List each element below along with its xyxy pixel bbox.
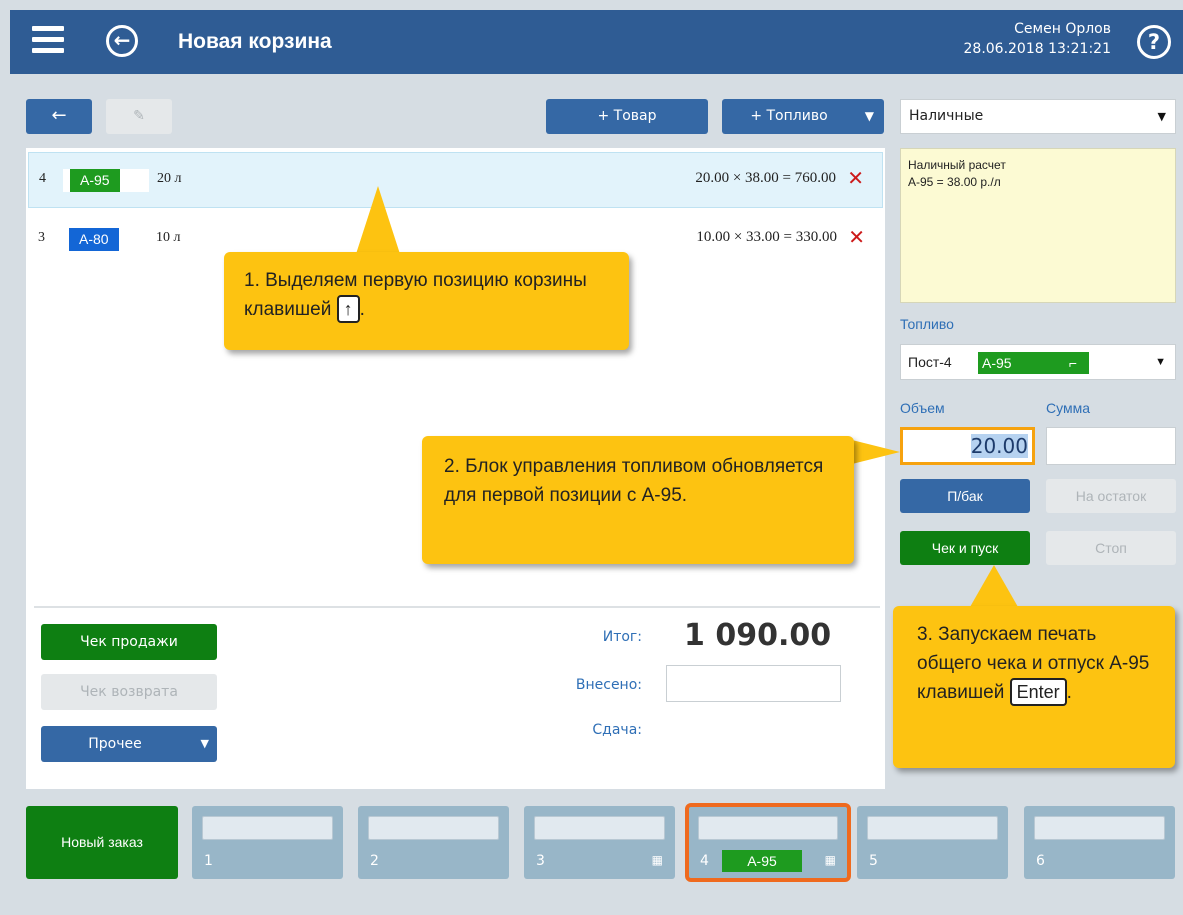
enter-key: Enter	[1009, 678, 1067, 706]
row-calc: 20.00 × 38.00 = 760.00	[695, 170, 836, 186]
paid-input[interactable]	[666, 665, 841, 702]
order-tab-6[interactable]: 6	[1024, 806, 1175, 879]
page-title: Новая корзина	[178, 30, 332, 53]
volume-label: Объем	[900, 400, 945, 416]
order-tab-1[interactable]: 1	[192, 806, 343, 879]
volume-input[interactable]: 20.00	[900, 427, 1035, 465]
pump-fuel-label: А-95	[982, 355, 1012, 371]
basket-icon: ▦	[824, 853, 836, 867]
full-tank-button[interactable]: П/бак	[900, 479, 1030, 513]
remove-icon[interactable]: ✕	[847, 166, 864, 190]
return-receipt-button[interactable]: Чек возврата	[41, 674, 217, 710]
total-label: Итог:	[602, 629, 642, 645]
order-tab-number: 1	[204, 853, 213, 869]
order-tab-number: 2	[370, 853, 379, 869]
sale-receipt-button[interactable]: Чек продажи	[41, 624, 217, 660]
total-value: 1 090.00	[684, 618, 832, 653]
user-name: Семен Орлов	[1014, 21, 1111, 37]
datetime: 28.06.2018 13:21:21	[963, 41, 1112, 57]
row-volume: 20 л	[157, 171, 182, 186]
volume-value: 20.00	[970, 434, 1028, 458]
back-arrow-icon[interactable]: ←	[106, 25, 138, 57]
order-tab-bar	[534, 816, 665, 840]
menu-icon[interactable]	[32, 26, 64, 56]
row-number: 4	[39, 171, 46, 186]
chevron-down-icon: ▼	[1155, 356, 1166, 368]
help-icon[interactable]: ?	[1137, 25, 1171, 59]
add-goods-button[interactable]: + Товар	[546, 99, 708, 134]
app-header: ← Новая корзина Семен Орлов 28.06.2018 1…	[10, 10, 1183, 74]
payment-info-line: А-95 = 38.00 р./л	[908, 175, 1001, 189]
fuel-tag-label: А-80	[69, 228, 119, 251]
fuel-tag: А-80	[62, 228, 148, 251]
chevron-down-icon: ▼	[200, 737, 209, 750]
pump-select[interactable]: Пост-4 А-95 ⌐ ▼	[900, 344, 1176, 380]
order-tab-bar	[867, 816, 998, 840]
payment-method-value: Наличные	[909, 108, 984, 124]
remove-icon[interactable]: ✕	[848, 225, 865, 249]
other-button[interactable]: Прочее ▼	[41, 726, 217, 762]
order-tab-3[interactable]: 3 ▦	[524, 806, 675, 879]
fuel-tag: А-95	[63, 169, 149, 192]
new-order-button[interactable]: Новый заказ	[26, 806, 178, 879]
order-tab-number: 5	[869, 853, 878, 869]
order-tab-bar	[1034, 816, 1165, 840]
order-tab-number: 3	[536, 853, 545, 869]
tip-1-text: 1. Выделяем первую позицию корзины клави…	[244, 270, 587, 320]
payment-info-line: Наличный расчет	[908, 158, 1006, 172]
order-tab-4[interactable]: 4 А-95 ▦	[685, 803, 851, 882]
order-tab-number: 4	[700, 853, 709, 869]
sum-label: Сумма	[1046, 400, 1090, 416]
edit-button[interactable]: ✎	[106, 99, 172, 134]
receipt-start-button[interactable]: Чек и пуск	[900, 531, 1030, 565]
tip-2-text: 2. Блок управления топливом обновляется …	[444, 456, 824, 506]
cart-back-button[interactable]: ←	[26, 99, 92, 134]
sum-input[interactable]	[1046, 427, 1176, 465]
row-calc: 10.00 × 33.00 = 330.00	[696, 229, 837, 245]
pump-name: Пост-4	[908, 354, 952, 370]
pencil-icon: ✎	[133, 108, 145, 124]
tip-3: 3. Запускаем печать общего чека и отпуск…	[893, 606, 1175, 768]
remainder-button[interactable]: На остаток	[1046, 479, 1176, 513]
chevron-down-icon: ▼	[864, 109, 874, 123]
order-tab-number: 6	[1036, 853, 1045, 869]
change-label: Сдача:	[592, 722, 642, 738]
add-fuel-button[interactable]: + Топливо ▼	[722, 99, 884, 134]
divider	[34, 606, 880, 608]
row-volume: 10 л	[156, 230, 181, 245]
pump-fuel-tag: А-95 ⌐	[978, 352, 1089, 374]
order-tab-bar	[202, 816, 333, 840]
order-tab-5[interactable]: 5	[857, 806, 1008, 879]
tip-1: 1. Выделяем первую позицию корзины клави…	[224, 252, 629, 350]
tip-2: 2. Блок управления топливом обновляется …	[422, 436, 854, 564]
order-tab-bar	[368, 816, 499, 840]
order-tab-fuel: А-95	[722, 850, 802, 872]
paid-label: Внесено:	[575, 677, 642, 693]
add-fuel-label: + Топливо	[750, 108, 828, 124]
payment-method-select[interactable]: Наличные ▼	[900, 99, 1176, 134]
fuel-section-label: Топливо	[900, 316, 954, 332]
chevron-down-icon: ▼	[1157, 110, 1166, 123]
nozzle-icon: ⌐	[1068, 355, 1077, 371]
user-info: Семен Орлов 28.06.2018 13:21:21	[964, 19, 1112, 59]
order-tab-bar	[698, 816, 838, 840]
other-label: Прочее	[88, 736, 142, 752]
arrow-up-key: ↑	[336, 295, 360, 323]
order-tab-2[interactable]: 2	[358, 806, 509, 879]
row-number: 3	[38, 230, 45, 245]
cart-row[interactable]: 4 А-95 20 л 20.00 × 38.00 = 760.00 ✕	[28, 152, 883, 208]
tip-pointer	[970, 565, 1018, 607]
tip-pointer	[852, 440, 900, 464]
basket-icon: ▦	[651, 853, 663, 867]
stop-button[interactable]: Стоп	[1046, 531, 1176, 565]
fuel-tag-label: А-95	[70, 169, 120, 192]
tip-pointer	[356, 186, 400, 254]
payment-info: Наличный расчет А-95 = 38.00 р./л	[900, 148, 1176, 303]
